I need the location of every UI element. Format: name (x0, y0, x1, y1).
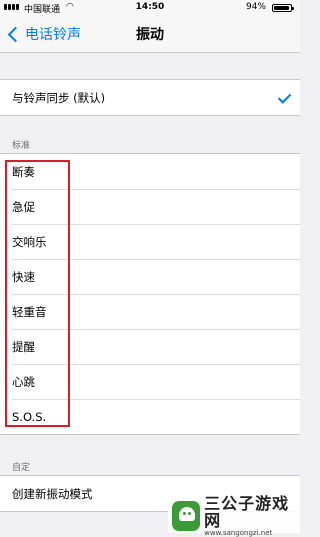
vibration-item-heartbeat[interactable]: 心跳 (0, 364, 300, 399)
battery-percent: 94% (245, 2, 266, 12)
battery-icon (272, 4, 294, 12)
create-new-vibration-label: 创建新振动模式 (12, 486, 93, 501)
battery-fill (274, 6, 290, 10)
vibration-item-label: 断奏 (12, 164, 35, 179)
custom-section-header: 自定 (12, 463, 31, 473)
site-watermark: 三公子游戏网 www.sangongzi.net (168, 495, 300, 537)
vibration-item-label: 轻重音 (12, 304, 47, 319)
android-logo-icon (172, 500, 201, 531)
sync-group: 与铃声同步 (默认) (0, 79, 300, 116)
vibration-item-alert[interactable]: 提醒 (0, 329, 300, 364)
standard-section-header: 标准 (12, 141, 31, 151)
vibration-item-label: 心跳 (12, 374, 35, 389)
page-title: 振动 (136, 27, 164, 43)
vibration-item-sos[interactable]: S.O.S. (0, 399, 300, 434)
standard-vibrations-list: 断奏 急促 交响乐 快速 轻重音 提醒 心跳 S.O.S. (0, 153, 300, 435)
vibration-item-staccato[interactable]: 断奏 (0, 154, 300, 189)
vibration-item-label: 提醒 (12, 339, 35, 354)
vibration-item-accent[interactable]: 轻重音 (0, 294, 300, 329)
watermark-text: 三公子游戏网 www.sangongzi.net (204, 495, 300, 537)
vibration-item-rapid[interactable]: 急促 (0, 189, 300, 224)
vibration-item-label: 快速 (12, 269, 35, 284)
checkmark-icon (277, 90, 292, 104)
navigation-bar: 电话铃声 振动 (0, 16, 300, 53)
status-bar: 中国联通 ◠ 14:50 94% (0, 0, 300, 16)
sync-with-ringtone-label: 与铃声同步 (默认) (12, 90, 106, 105)
vibration-item-quick[interactable]: 快速 (0, 259, 300, 294)
vibration-item-label: S.O.S. (12, 409, 47, 424)
vibration-item-symphony[interactable]: 交响乐 (0, 224, 300, 259)
sync-with-ringtone-row[interactable]: 与铃声同步 (默认) (0, 80, 300, 115)
vibration-item-label: 交响乐 (12, 234, 47, 249)
vibration-item-label: 急促 (12, 199, 35, 214)
watermark-title: 三公子游戏网 (204, 493, 290, 530)
